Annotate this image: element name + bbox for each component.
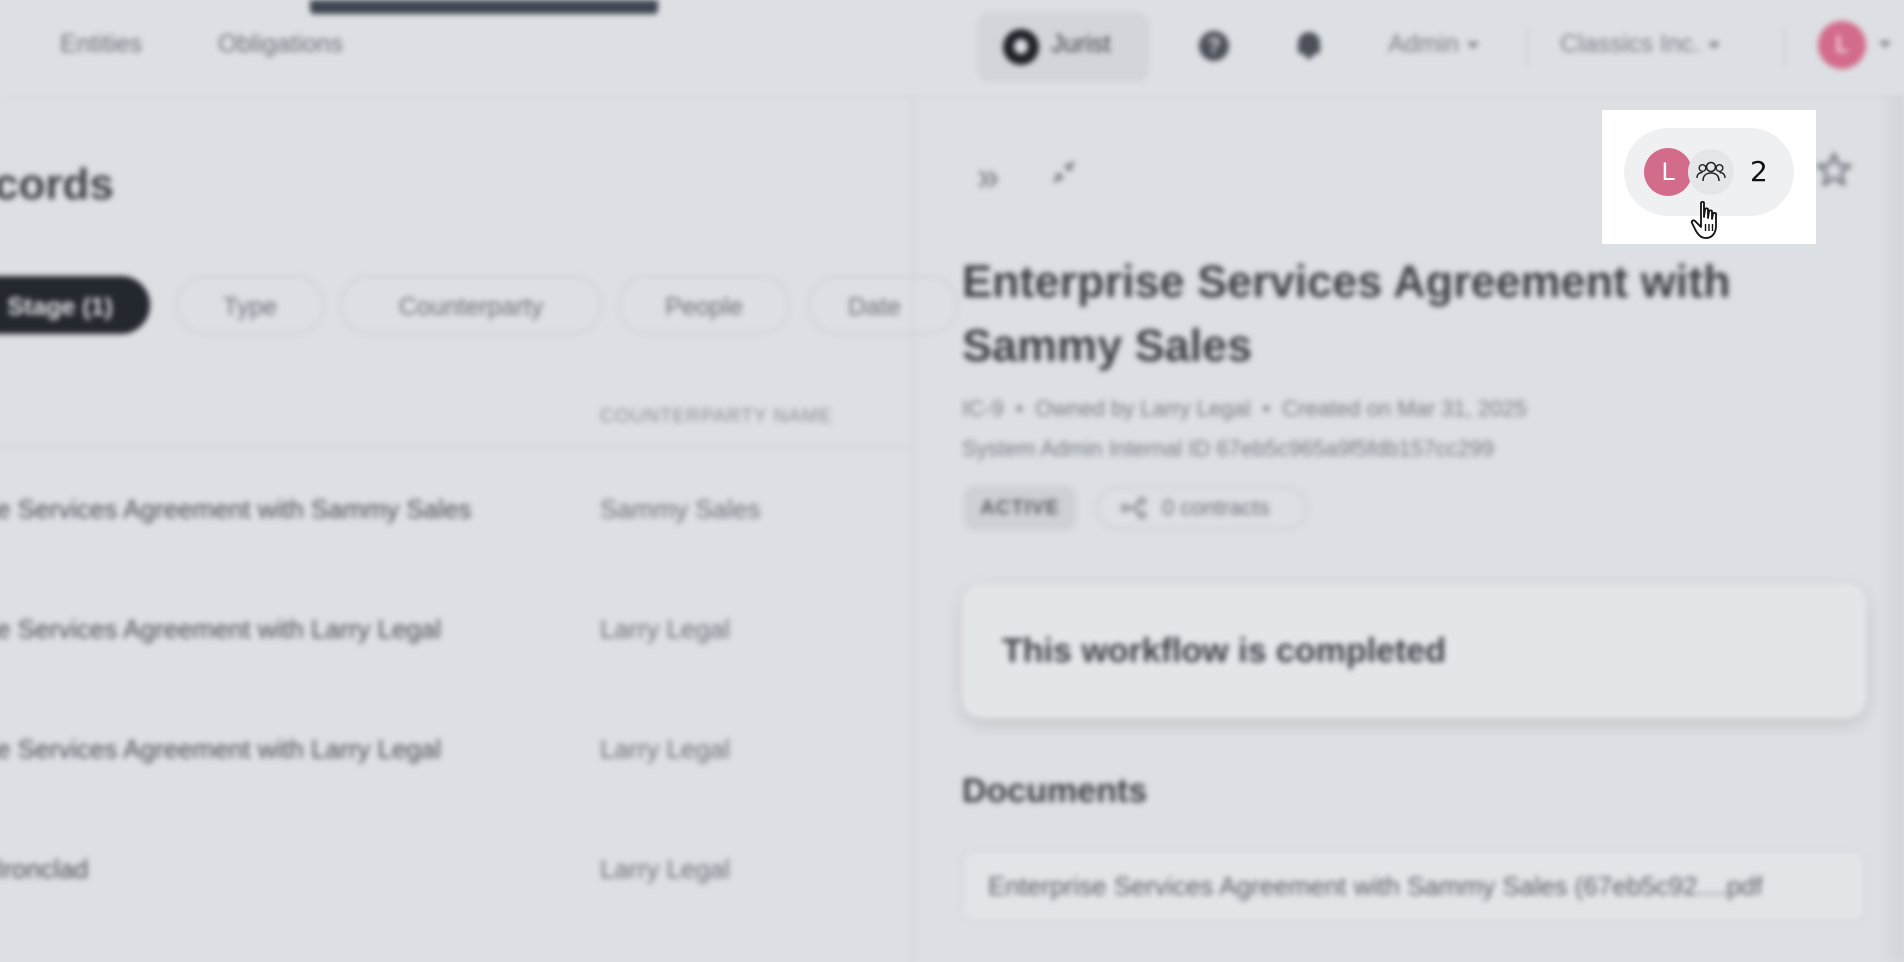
table-row-counterparty: Larry Legal [600, 614, 731, 644]
viewer-avatar: L [1644, 148, 1692, 196]
chevron-down-icon [1466, 41, 1479, 49]
help-icon[interactable]: ? [1199, 31, 1229, 61]
record-created: Created on Mar 31, 2025 [1282, 396, 1527, 421]
column-header-counterparty[interactable]: COUNTERPARTY NAME [600, 406, 832, 428]
record-owner: Owned by Larry Legal [1035, 396, 1251, 421]
org-dropdown[interactable]: Classics Inc. [1560, 30, 1721, 59]
tooltip-remnant [310, 0, 658, 14]
workflow-message: This workflow is completed [1002, 632, 1446, 670]
nav-link-obligations[interactable]: Obligations [218, 30, 343, 59]
jurist-label: Jurist [1051, 30, 1111, 58]
contracts-count: 0 contracts [1162, 495, 1270, 520]
hand-cursor-icon [1690, 200, 1717, 239]
status-badge: ACTIVE [964, 486, 1076, 530]
bell-icon[interactable] [1298, 32, 1320, 59]
panel-shadow [1880, 96, 1904, 962]
chevron-down-icon [1708, 41, 1721, 49]
nav-link-entities[interactable]: Entities [60, 30, 142, 59]
panel-divider [912, 96, 914, 962]
filter-stage[interactable]: Stage (1) [0, 276, 150, 334]
group-icon [1688, 149, 1734, 195]
share-icon [1121, 497, 1146, 519]
system-id: System Admin Internal ID 67eb5c965a9f5fd… [962, 436, 1495, 461]
filter-counterparty[interactable]: Counterparty [340, 276, 602, 334]
page-title: cords [0, 160, 114, 209]
record-meta: IC-9 • Owned by Larry Legal • Created on Mar… [962, 396, 1527, 421]
org-label: Classics Inc. [1560, 30, 1701, 58]
record-title: Enterprise Services Agreement with Sammy… [962, 256, 1731, 371]
table-divider [0, 446, 912, 448]
table-row-title[interactable]: Ironclad [0, 854, 89, 885]
top-nav: Entities Obligations Jurist ? Admin Clas… [0, 0, 1904, 97]
filter-date[interactable]: Date [808, 276, 958, 334]
nav-divider [1526, 26, 1528, 66]
document-item[interactable]: Enterprise Services Agreement with Sammy… [962, 850, 1866, 922]
record-id: IC-9 [962, 396, 1004, 421]
table-row-counterparty: Larry Legal [600, 734, 731, 764]
chevron-down-icon[interactable] [1879, 41, 1891, 48]
viewer-count: 2 [1750, 155, 1768, 188]
filter-people[interactable]: People [618, 276, 790, 334]
table-row-title[interactable]: e Services Agreement with Larry Legal [0, 614, 441, 645]
jurist-logo-icon [1003, 29, 1039, 65]
filter-type[interactable]: Type [176, 276, 324, 334]
table-row-counterparty: Sammy Sales [600, 494, 761, 524]
table-row-title[interactable]: e Services Agreement with Sammy Sales [0, 494, 471, 525]
collapse-icon[interactable] [1050, 158, 1078, 186]
double-chevron-right-icon[interactable]: » [977, 155, 999, 200]
user-avatar[interactable]: L [1818, 21, 1866, 69]
table-row-counterparty: Larry Legal [600, 854, 731, 884]
documents-heading: Documents [962, 772, 1148, 810]
table-row-title[interactable]: e Services Agreement with Larry Legal [0, 734, 441, 765]
nav-divider [1784, 26, 1786, 66]
admin-label: Admin [1388, 30, 1459, 58]
admin-dropdown[interactable]: Admin [1388, 30, 1479, 59]
star-icon[interactable] [1814, 150, 1854, 190]
contracts-badge[interactable]: 0 contracts [1096, 486, 1308, 530]
